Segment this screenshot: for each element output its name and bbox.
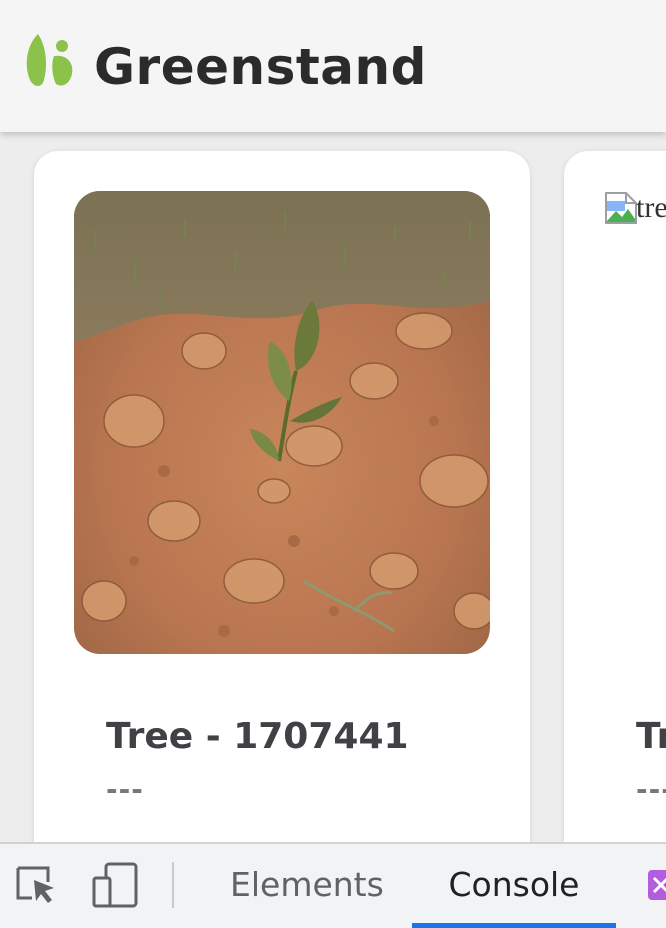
tree-card[interactable]: tre Tr --- bbox=[564, 151, 666, 842]
greenstand-logo-icon[interactable] bbox=[24, 30, 76, 90]
tree-card-list[interactable]: Tree - 1707441 --- tre Tr --- bbox=[0, 132, 666, 842]
extension-tab-icon[interactable] bbox=[646, 868, 666, 902]
toolbar-divider bbox=[172, 862, 174, 908]
devtools-toolbar: Elements Console bbox=[0, 842, 666, 928]
image-alt-text: tre bbox=[636, 191, 666, 224]
inspect-element-icon[interactable] bbox=[14, 862, 60, 908]
tree-card-title[interactable]: Tree - 1707441 bbox=[106, 716, 409, 757]
device-toolbar-icon[interactable] bbox=[92, 862, 138, 908]
tab-elements[interactable]: Elements bbox=[212, 844, 402, 926]
tree-card-subtitle: --- bbox=[106, 773, 144, 806]
broken-image: tre bbox=[604, 191, 666, 231]
tree-card-title[interactable]: Tr bbox=[636, 716, 666, 757]
tab-console[interactable]: Console bbox=[412, 844, 616, 928]
tree-card[interactable]: Tree - 1707441 --- bbox=[34, 151, 530, 842]
broken-image-icon bbox=[605, 192, 637, 224]
tree-photo bbox=[74, 191, 490, 654]
tree-card-subtitle: --- bbox=[636, 773, 666, 806]
app-header: Greenstand bbox=[0, 0, 666, 132]
brand-name[interactable]: Greenstand bbox=[94, 38, 427, 96]
